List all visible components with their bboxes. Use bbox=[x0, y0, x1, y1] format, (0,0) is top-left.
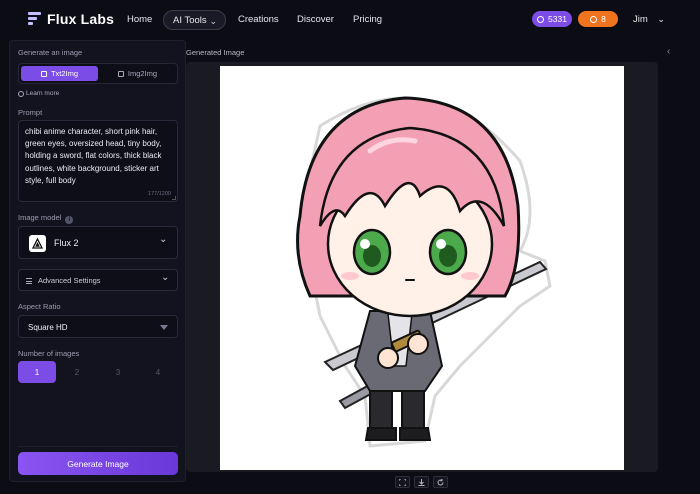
num-option-2[interactable]: 2 bbox=[58, 361, 96, 383]
tab-img2img[interactable]: Img2Img bbox=[100, 66, 175, 81]
divider bbox=[18, 446, 178, 447]
sliders-icon bbox=[26, 278, 32, 286]
nav-ai-tools-dropdown[interactable]: AI Tools ⌄ bbox=[163, 10, 226, 30]
model-name: Flux 2 bbox=[54, 238, 79, 248]
chevron-down-icon: ⌄ bbox=[209, 16, 217, 26]
chibi-character-image bbox=[296, 96, 552, 448]
learn-more-label: Learn more bbox=[26, 90, 60, 97]
image-toolbar bbox=[395, 476, 448, 488]
top-navbar: Flux Labs Home AI Tools ⌄ Creations Disc… bbox=[0, 0, 700, 38]
text-icon bbox=[40, 70, 47, 77]
mode-toggle: Txt2Img Img2Img bbox=[18, 63, 178, 84]
section-title: Generate an image bbox=[18, 48, 83, 57]
chevron-down-icon: ⌄ bbox=[161, 272, 170, 283]
model-label: Image model bbox=[18, 213, 62, 222]
nav-discover[interactable]: Discover bbox=[297, 10, 334, 30]
nav-home[interactable]: Home bbox=[127, 10, 152, 30]
regenerate-icon[interactable] bbox=[433, 476, 448, 488]
aspect-ratio-select[interactable]: Square HD bbox=[18, 315, 178, 338]
num-option-1[interactable]: 1 bbox=[18, 361, 56, 383]
advanced-settings-label: Advanced Settings bbox=[38, 276, 101, 285]
flux-labs-logo-icon bbox=[28, 12, 41, 26]
model-label-row: Image model i bbox=[18, 213, 74, 224]
tab-txt2img-label: Txt2Img bbox=[50, 69, 79, 78]
image-icon bbox=[117, 70, 124, 77]
coin-icon bbox=[590, 15, 598, 23]
prompt-value: chibi anime character, short pink hair, … bbox=[25, 127, 162, 185]
user-menu[interactable]: Jim ⌄ bbox=[633, 10, 665, 28]
chevron-down-icon: ⌄ bbox=[657, 14, 665, 24]
generate-image-button[interactable]: Generate Image bbox=[18, 452, 178, 475]
coins-badge[interactable]: 8 bbox=[578, 11, 618, 27]
output-title: Generated Image bbox=[186, 48, 245, 57]
chevron-left-icon[interactable]: ‹ bbox=[667, 46, 670, 57]
prompt-char-count: 177/1200 bbox=[148, 191, 171, 197]
model-select[interactable]: Flux 2 ⌄ bbox=[18, 226, 178, 259]
aspect-label: Aspect Ratio bbox=[18, 302, 61, 311]
num-option-4[interactable]: 4 bbox=[139, 361, 177, 383]
credits-count: 5331 bbox=[548, 14, 567, 24]
num-images-label: Number of images bbox=[18, 349, 80, 358]
prompt-label: Prompt bbox=[18, 108, 43, 117]
fullscreen-icon[interactable] bbox=[395, 476, 410, 488]
user-name: Jim bbox=[633, 14, 648, 25]
tab-img2img-label: Img2Img bbox=[127, 69, 158, 78]
num-images-selector: 1 2 3 4 bbox=[18, 361, 178, 383]
num-option-3[interactable]: 3 bbox=[99, 361, 137, 383]
nav-creations[interactable]: Creations bbox=[238, 10, 279, 30]
triangle-model-icon bbox=[29, 235, 46, 252]
chevron-down-icon: ⌄ bbox=[159, 234, 168, 245]
nav-pricing[interactable]: Pricing bbox=[353, 10, 382, 30]
aspect-ratio-value: Square HD bbox=[28, 323, 68, 332]
credits-badge[interactable]: 5331 bbox=[532, 11, 572, 27]
brand-logo[interactable]: Flux Labs bbox=[28, 10, 114, 28]
image-canvas bbox=[186, 62, 658, 472]
download-icon[interactable] bbox=[414, 476, 429, 488]
learn-more-link[interactable]: Learn more bbox=[18, 90, 59, 97]
nav-ai-tools-label: AI Tools bbox=[173, 15, 207, 26]
generation-panel: Generate an image Txt2Img Img2Img Learn … bbox=[9, 40, 186, 482]
info-icon[interactable]: i bbox=[65, 216, 74, 224]
info-icon bbox=[18, 90, 24, 97]
caret-down-icon bbox=[160, 325, 168, 330]
advanced-settings-toggle[interactable]: Advanced Settings ⌄ bbox=[18, 269, 178, 291]
prompt-textarea[interactable]: chibi anime character, short pink hair, … bbox=[18, 120, 178, 202]
tab-txt2img[interactable]: Txt2Img bbox=[21, 66, 98, 81]
generated-image[interactable] bbox=[220, 66, 624, 470]
credits-icon bbox=[537, 15, 545, 23]
brand-name: Flux Labs bbox=[47, 11, 115, 27]
coins-count: 8 bbox=[601, 14, 606, 24]
resize-handle-icon[interactable] bbox=[172, 196, 176, 200]
